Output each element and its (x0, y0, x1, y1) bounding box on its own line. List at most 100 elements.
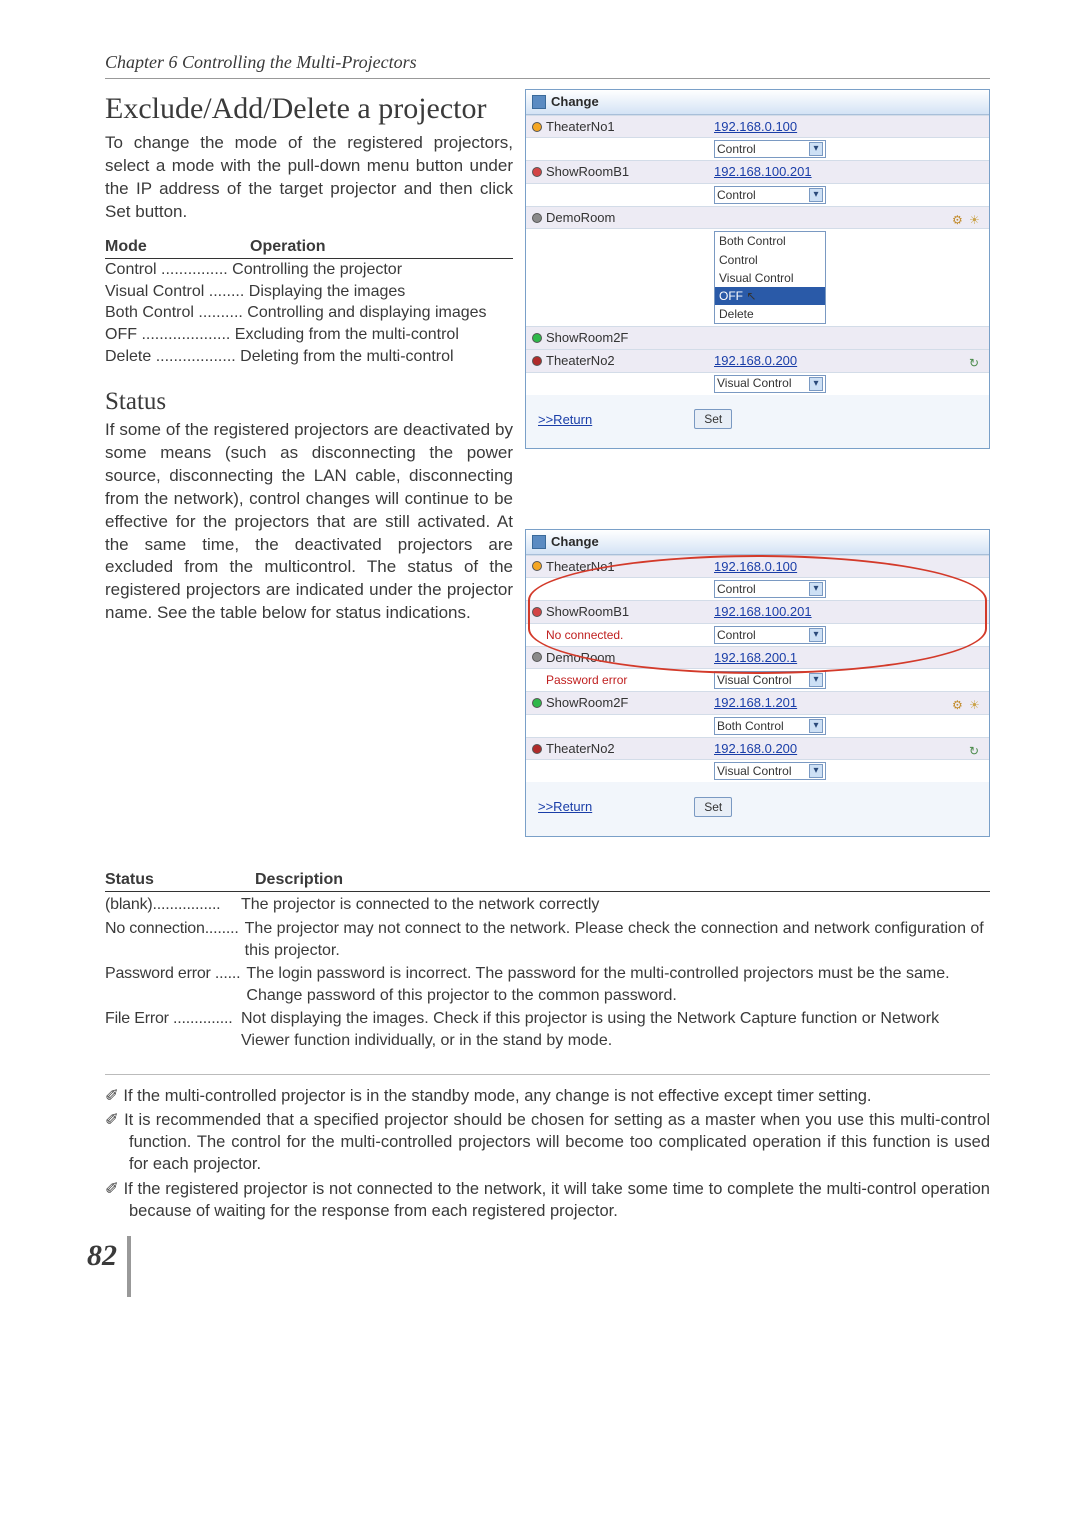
mode-row: Delete .................. Deleting from … (105, 346, 513, 368)
change-window-1: Change TheaterNo1192.168.0.100Control▾Sh… (525, 89, 990, 449)
projector-row: ShowRoom2F (526, 326, 989, 349)
gear-icon (952, 211, 966, 225)
gear-icon (952, 696, 966, 710)
chevron-down-icon: ▾ (809, 628, 823, 642)
mode-table-header: Mode Operation (105, 224, 513, 260)
section-title-status: Status (105, 385, 513, 419)
projector-name: ShowRoom2F (546, 329, 714, 347)
projector-row: TheaterNo1192.168.0.100 (526, 115, 989, 138)
set-button[interactable]: Set (694, 797, 732, 817)
chevron-down-icon: ▾ (809, 719, 823, 733)
note: If the multi-controlled projector is in … (105, 1085, 990, 1107)
status-led (532, 607, 542, 617)
mode-row: OFF .................... Excluding from … (105, 324, 513, 346)
ip-link[interactable]: 192.168.0.100 (714, 558, 797, 576)
projector-name: TheaterNo2 (546, 740, 714, 758)
projector-control-row: Visual Control▾ (526, 372, 989, 395)
note: If the registered projector is not conne… (105, 1178, 990, 1223)
ip-link[interactable]: 192.168.0.100 (714, 118, 797, 136)
chevron-down-icon: ▾ (809, 142, 823, 156)
projector-row: ShowRoom2F192.168.1.201 (526, 691, 989, 714)
projector-name: DemoRoom (546, 209, 714, 227)
para-exclude: To change the mode of the registered pro… (105, 132, 513, 224)
mode-select[interactable]: Control▾ (714, 626, 826, 644)
return-link[interactable]: >>Return (530, 401, 600, 439)
chevron-down-icon: ▾ (809, 673, 823, 687)
mode-select[interactable]: Control▾ (714, 580, 826, 598)
mode-row: Control ............... Controlling the … (105, 259, 513, 281)
projector-row: DemoRoom192.168.200.1 (526, 646, 989, 669)
mode-select-open[interactable]: Both ControlControlVisual ControlOFF Del… (714, 231, 826, 324)
set-button[interactable]: Set (694, 409, 732, 429)
projector-control-row: Both Control▾ (526, 714, 989, 737)
window-icon (532, 535, 546, 549)
separator (105, 1074, 990, 1075)
projector-control-row: Password errorVisual Control▾ (526, 668, 989, 691)
section-title-exclude: Exclude/Add/Delete a projector (105, 89, 513, 130)
chevron-down-icon: ▾ (809, 764, 823, 778)
projector-name: TheaterNo1 (546, 558, 714, 576)
projector-control-row: Both ControlControlVisual ControlOFF Del… (526, 228, 989, 326)
refresh-icon (969, 742, 983, 756)
mode-select[interactable]: Control▾ (714, 140, 826, 158)
mode-select[interactable]: Both Control▾ (714, 717, 826, 735)
mode-select[interactable]: Visual Control▾ (714, 671, 826, 689)
status-led (532, 333, 542, 343)
ghost-icon (969, 211, 983, 225)
status-table-header: Status Description (105, 869, 990, 893)
status-led (532, 167, 542, 177)
ip-link[interactable]: 192.168.200.1 (714, 649, 797, 667)
page-number: 82 (87, 1236, 131, 1297)
status-row: No connection........The projector may n… (105, 918, 990, 961)
refresh-icon (969, 354, 983, 368)
ip-link[interactable]: 192.168.0.200 (714, 740, 797, 758)
mode-option[interactable]: Visual Control (715, 269, 825, 287)
ip-link[interactable]: 192.168.1.201 (714, 694, 797, 712)
mode-row: Visual Control ........ Displaying the i… (105, 281, 513, 303)
note: It is recommended that a specified proje… (105, 1109, 990, 1176)
projector-row: TheaterNo2192.168.0.200 (526, 737, 989, 760)
projector-name: TheaterNo1 (546, 118, 714, 136)
projector-control-row: Control▾ (526, 137, 989, 160)
projector-control-row: Visual Control▾ (526, 759, 989, 782)
mode-select[interactable]: Control▾ (714, 186, 826, 204)
para-status: If some of the registered projectors are… (105, 419, 513, 625)
chevron-down-icon: ▾ (809, 188, 823, 202)
window-icon (532, 95, 546, 109)
projector-name: TheaterNo2 (546, 352, 714, 370)
projector-control-row: Control▾ (526, 183, 989, 206)
projector-row: TheaterNo2192.168.0.200 (526, 349, 989, 372)
ip-link[interactable]: 192.168.100.201 (714, 603, 812, 621)
status-led (532, 698, 542, 708)
projector-row: ShowRoomB1192.168.100.201 (526, 160, 989, 183)
projector-name: DemoRoom (546, 649, 714, 667)
ip-link[interactable]: 192.168.100.201 (714, 163, 812, 181)
projector-row: TheaterNo1192.168.0.100 (526, 555, 989, 578)
projector-name: ShowRoomB1 (546, 163, 714, 181)
projector-row: DemoRoom (526, 206, 989, 229)
projector-control-row: No connected.Control▾ (526, 623, 989, 646)
status-led (532, 122, 542, 132)
mode-option[interactable]: OFF (715, 287, 825, 305)
status-row: (blank)................The projector is … (105, 894, 990, 916)
status-led (532, 561, 542, 571)
cursor-icon (746, 288, 760, 302)
mode-option[interactable]: Both Control (715, 232, 825, 250)
chevron-down-icon: ▾ (809, 377, 823, 391)
status-row: Password error ......The login password … (105, 963, 990, 1006)
projector-name: ShowRoom2F (546, 694, 714, 712)
chapter-header: Chapter 6 Controlling the Multi-Projecto… (105, 50, 990, 79)
mode-option[interactable]: Delete (715, 305, 825, 323)
projector-status-text: No connected. (546, 627, 714, 643)
mode-select[interactable]: Visual Control▾ (714, 762, 826, 780)
mode-option[interactable]: Control (715, 251, 825, 269)
projector-status-text: Password error (546, 672, 714, 688)
return-link[interactable]: >>Return (530, 788, 600, 826)
mode-row: Both Control .......... Controlling and … (105, 302, 513, 324)
status-led (532, 744, 542, 754)
window-titlebar: Change (526, 90, 989, 115)
status-row: File Error .............. Not displaying… (105, 1008, 990, 1051)
projector-name: ShowRoomB1 (546, 603, 714, 621)
mode-select[interactable]: Visual Control▾ (714, 375, 826, 393)
ip-link[interactable]: 192.168.0.200 (714, 352, 797, 370)
